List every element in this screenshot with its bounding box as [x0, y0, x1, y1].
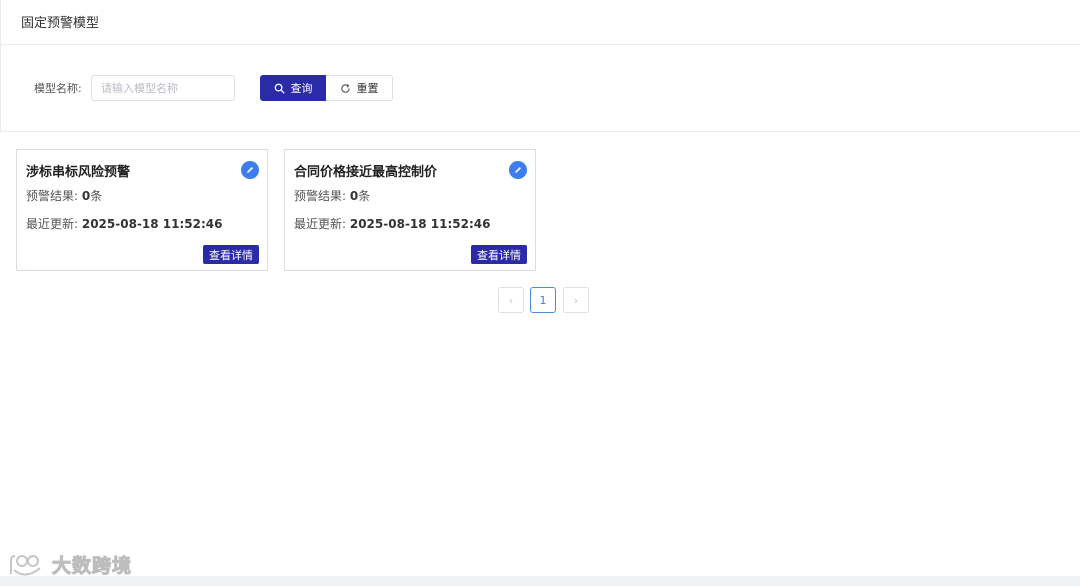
last-update-label: 最近更新:	[294, 217, 350, 231]
page-header: 固定预警模型	[0, 0, 1080, 45]
refresh-icon	[340, 83, 350, 93]
reset-button-label: 重置	[356, 82, 379, 95]
warning-result-label: 预警结果:	[294, 189, 350, 203]
warning-result: 预警结果: 0条	[294, 187, 370, 204]
view-details-button[interactable]: 查看详情	[203, 245, 259, 264]
search-form: 模型名称: 查询 重置	[0, 45, 1080, 132]
last-update-label: 最近更新:	[26, 217, 82, 231]
page-number-button[interactable]: 1	[530, 287, 556, 313]
edit-icon[interactable]	[509, 161, 527, 179]
warning-result: 预警结果: 0条	[26, 187, 102, 204]
warning-result-unit: 条	[358, 189, 371, 203]
card-title: 合同价格接近最高控制价	[294, 165, 438, 180]
last-update-time: 2025-08-18 11:52:46	[81, 217, 223, 231]
query-button[interactable]: 查询	[260, 75, 326, 101]
watermark-logo-icon	[10, 554, 41, 575]
query-button-label: 查询	[290, 82, 313, 95]
model-name-input[interactable]	[91, 75, 235, 101]
warning-result-label: 预警结果:	[26, 189, 82, 203]
edit-icon[interactable]	[241, 161, 259, 179]
warning-result-unit: 条	[90, 189, 103, 203]
last-update: 最近更新: 2025-08-18 11:52:46	[26, 215, 223, 232]
watermark-text: 大数跨境	[51, 555, 133, 578]
reset-button[interactable]: 重置	[326, 75, 393, 101]
watermark: 大数跨境	[8, 551, 132, 578]
last-update-time: 2025-08-18 11:52:46	[349, 217, 491, 231]
prev-page-button[interactable]: ‹	[498, 287, 524, 313]
page-title: 固定预警模型	[21, 16, 100, 31]
next-page-button[interactable]: ›	[563, 287, 589, 313]
view-details-button[interactable]: 查看详情	[471, 245, 527, 264]
card-title: 涉标串标风险预警	[26, 165, 131, 180]
model-card: 涉标串标风险预警 预警结果: 0条 最近更新: 2025-08-18 11:52…	[16, 149, 268, 271]
model-name-label: 模型名称:	[34, 82, 82, 95]
footer-strip	[0, 576, 1080, 586]
last-update: 最近更新: 2025-08-18 11:52:46	[294, 215, 491, 232]
warning-result-count: 0	[81, 189, 91, 203]
search-icon	[274, 83, 285, 94]
warning-result-count: 0	[349, 189, 359, 203]
model-card: 合同价格接近最高控制价 预警结果: 0条 最近更新: 2025-08-18 11…	[284, 149, 536, 271]
